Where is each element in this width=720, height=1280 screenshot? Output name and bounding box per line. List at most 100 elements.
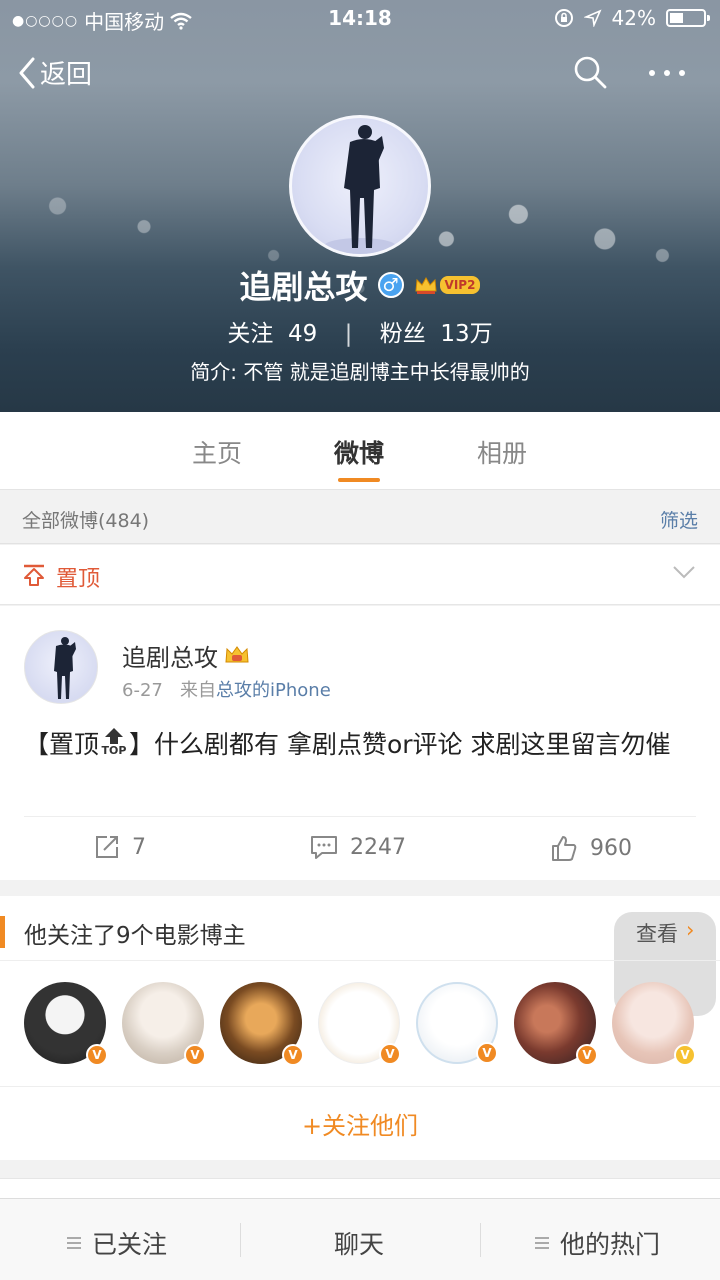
post-content: 【置顶 TOP 】什么剧都有 拿剧点赞or评论 求剧这里留言勿催 [24,724,704,766]
like-count: 960 [590,835,632,861]
followers-label: 粉丝 [379,321,426,347]
verified-icon: V [282,1044,304,1066]
comment-button[interactable]: 2247 [310,834,406,860]
profile-username: 追剧总攻 [239,268,368,306]
male-gender-icon: ♂ [377,272,404,298]
post-meta: 6-27 来自总攻的iPhone [122,676,331,702]
stats-divider: | [344,321,353,347]
chevron-left-icon [19,57,35,88]
followers-count: 13万 [440,321,493,347]
post-avatar[interactable] [24,630,98,704]
tab-weibo[interactable]: 微博 [334,434,384,470]
status-bar: ●○○○○ 中国移动 14:18 42% [0,0,720,36]
verified-icon: V [379,1043,401,1065]
repost-count: 7 [132,834,146,860]
followed-avatar[interactable]: V [416,982,498,1064]
pinned-header[interactable]: 置顶 [0,545,720,605]
comment-icon [311,836,337,859]
post-source-prefix: 来自 [180,680,217,701]
repost-icon [96,836,118,858]
card-divider [0,960,720,961]
chevron-right-icon: › [686,918,695,942]
bottom-action-bar: 已关注 聊天 他的热门 [0,1198,720,1280]
next-card-edge [0,1178,720,1198]
more-button[interactable] [646,58,688,92]
menu-lines-icon [535,1237,549,1249]
back-label: 返回 [40,60,93,90]
top-arrow-icon: TOP [99,727,129,757]
verified-icon: V [674,1044,696,1066]
avatar-figure [324,125,396,254]
vip-badge[interactable]: VIP2 [414,275,481,295]
rotation-lock-icon [554,9,573,27]
follow-stats: 关注 49 | 粉丝 13万 [0,314,720,348]
post-author[interactable]: 追剧总攻 [122,638,250,673]
filter-button[interactable]: 筛选 [660,506,698,533]
menu-lines-icon [67,1237,81,1249]
followed-avatar[interactable]: V [122,982,206,1066]
post-content-rest: 】什么剧都有 拿剧点赞or评论 求剧这里留言勿催 [129,730,671,759]
thumbs-up-icon [552,836,577,861]
username-row: 追剧总攻 ♂ VIP2 [0,262,720,308]
nav-bar: 返回 [0,48,720,98]
verified-icon: V [184,1044,206,1066]
followed-label: 已关注 [92,1230,168,1259]
following-count: 49 [288,321,318,347]
crown-vip-icon [225,645,249,662]
followed-avatar[interactable]: V [514,982,598,1066]
tab-home[interactable]: 主页 [192,434,242,470]
tab-album[interactable]: 相册 [477,434,527,470]
crown-icon [414,276,437,294]
bottom-divider [480,1223,481,1257]
verified-icon: V [476,1042,498,1064]
search-icon [574,56,607,89]
filter-bar: 全部微博(484) 筛选 [0,490,720,544]
more-icon [649,70,685,76]
post-author-name: 追剧总攻 [122,644,218,672]
followed-avatar[interactable]: V [220,982,304,1066]
post-divider [24,816,696,817]
followed-avatars: V V V V V V V [0,982,720,1066]
hot-posts-label: 他的热门 [560,1230,661,1259]
back-button[interactable]: 返回 [18,54,92,91]
vip-level: VIP2 [439,276,481,294]
followers-stat[interactable]: 粉丝 13万 [380,321,493,347]
battery-fill [670,13,683,23]
weibo-post[interactable]: 追剧总攻 6-27 来自总攻的iPhone 【置顶 TOP 】什么剧都有 拿剧点赞o… [0,606,720,880]
hot-posts-button[interactable]: 他的热门 [534,1225,660,1261]
followed-avatar[interactable]: V [318,982,401,1065]
card-divider [0,1086,720,1087]
chat-label: 聊天 [334,1230,385,1259]
pinned-label: 置顶 [56,567,101,592]
comment-count: 2247 [350,834,406,860]
profile-avatar[interactable] [289,115,431,257]
view-label: 查看 [636,922,678,946]
post-actions: 7 2247 960 [0,828,720,874]
follows-card: 他关注了9个电影博主 查看 › V V V V V V V +关注他们 [0,896,720,1160]
followed-avatar[interactable]: V [612,982,696,1066]
following-label: 关注 [227,321,274,347]
pin-top-icon [24,564,44,586]
search-button[interactable] [572,54,608,94]
weibo-count: 全部微博(484) [22,510,150,532]
location-icon [583,9,602,27]
verified-icon: V [576,1044,598,1066]
chat-button[interactable]: 聊天 [334,1225,384,1261]
post-source[interactable]: 总攻的iPhone [216,680,331,701]
bottom-divider [240,1223,241,1257]
repost-button[interactable]: 7 [94,834,146,860]
profile-tabs: 主页 微博 相册 [0,412,720,490]
chevron-down-icon[interactable] [672,565,696,579]
battery-icon [666,9,710,27]
follows-title: 他关注了9个电影博主 [24,923,246,949]
battery-percent: 42% [611,6,656,30]
post-content-start: 【置顶 [24,730,100,759]
active-tab-indicator [338,478,380,482]
follow-all-button[interactable]: +关注他们 [0,1106,720,1141]
followed-avatar[interactable]: V [24,982,108,1066]
following-stat[interactable]: 关注 49 [227,321,324,347]
profile-header: ●○○○○ 中国移动 14:18 42% 返回 追剧总攻 ♂ VIP2 关注 4… [0,0,720,412]
like-button[interactable]: 960 [550,834,632,862]
top-tag: TOP [101,744,127,757]
followed-button[interactable]: 已关注 [66,1225,167,1261]
